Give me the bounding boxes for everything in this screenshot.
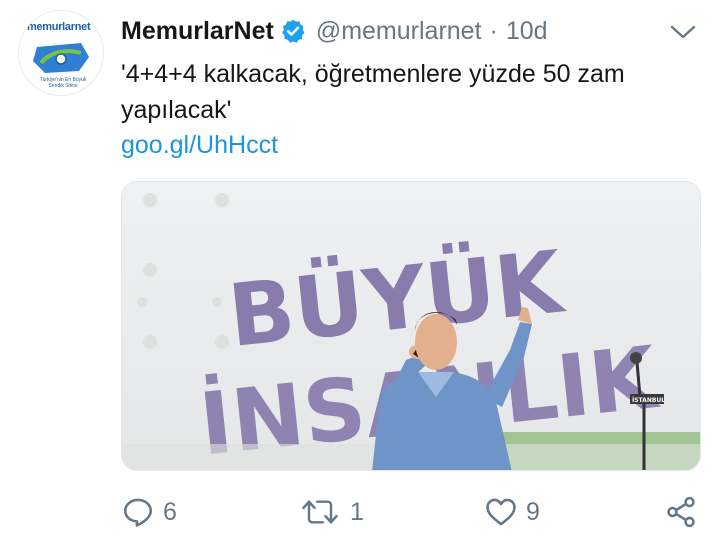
tweet-text: '4+4+4 kalkacak, öğretmenlere yüzde 50 z…: [121, 60, 625, 124]
reply-icon: [123, 498, 153, 527]
more-options-chevron-down-icon[interactable]: [668, 22, 698, 42]
tweet-actions-bar: 6 1 9: [0, 494, 720, 530]
share-button[interactable]: [664, 494, 698, 530]
retweet-count: 1: [350, 497, 364, 526]
display-name[interactable]: MemurlarNet: [121, 17, 274, 46]
avatar-tagline: Türkiye'nin En Büyük Sendik Sitesi: [39, 77, 87, 89]
tweet-media-photo[interactable]: BÜYÜK İNSANLIK İSTANBUL: [121, 181, 701, 471]
retweet-icon: [302, 500, 338, 524]
tweet-timestamp[interactable]: 10d: [506, 17, 548, 46]
separator-dot: ·: [489, 16, 498, 45]
avatar[interactable]: memurlarnet Türkiye'nin En Büyük Sendik …: [18, 10, 104, 96]
tweet-header: MemurlarNet @memurlarnet · 10d: [121, 14, 548, 48]
verified-badge-icon: [280, 18, 306, 44]
reply-count: 6: [163, 497, 177, 526]
reply-button[interactable]: 6: [121, 494, 177, 530]
retweet-button[interactable]: 1: [298, 494, 364, 530]
like-button[interactable]: 9: [484, 494, 540, 530]
tweet-link[interactable]: goo.gl/UhHcct: [121, 128, 278, 162]
like-count: 9: [526, 497, 540, 526]
user-handle[interactable]: @memurlarnet: [316, 17, 482, 46]
podium-label: İSTANBUL: [632, 397, 665, 404]
avatar-brand-text: memurlarnet: [27, 21, 91, 33]
heart-icon: [486, 498, 516, 526]
share-icon: [667, 496, 695, 528]
